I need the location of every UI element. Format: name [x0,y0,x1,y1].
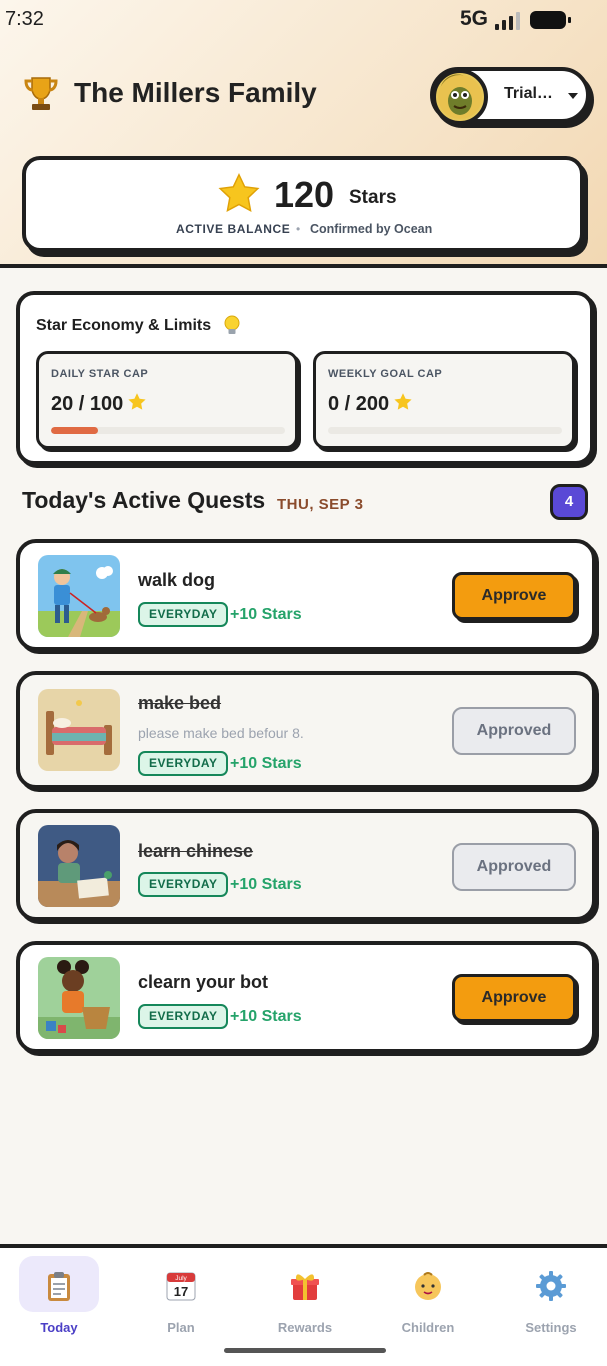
balance-value: 120 [274,174,335,215]
quest-name: make bed [138,693,222,713]
calendar-month: July [175,1275,187,1282]
tab-label: Rewards [277,1320,333,1335]
tab-today[interactable]: Today [19,1256,99,1336]
quest-reward: +10 Stars [230,606,302,623]
separator-dot: • [296,222,301,236]
tab-label: Settings [525,1320,577,1335]
daily-progress-fill [51,427,98,434]
calendar-day: 17 [174,1284,188,1299]
quest-image [38,689,120,771]
daily-progress-bar [51,427,285,434]
gear-icon [536,1271,566,1301]
approve-button[interactable]: Approve [452,572,576,620]
quest-name: walk dog [138,570,216,590]
quest-description: please make bed befour 8. [138,725,304,741]
baby-icon [415,1272,441,1300]
tab-plan[interactable]: July 17 Plan [141,1256,221,1336]
quests-title: Today's Active Quests [22,487,266,513]
quest-card-make-bed[interactable]: make bed please make bed befour 8. EVERY… [16,671,596,789]
network-type: 5G [460,7,489,30]
chevron-down-icon [568,93,578,99]
quest-image [38,555,120,637]
bottom-tab-bar: Today July 17 Plan Rewards Children Sett… [0,1244,607,1366]
family-title: The Millers Family [74,77,317,108]
status-bar: 7:32 5G [0,7,607,36]
quests-date: THU, SEP 3 [277,496,364,513]
frequency-badge: EVERYDAY [138,872,229,897]
quest-card-clearn-your-bot[interactable]: clearn your bot EVERYDAY +10 Stars Appro… [16,941,596,1053]
frequency-badge: EVERYDAY [138,1004,229,1029]
star-icon [394,393,412,410]
quest-name: clearn your bot [138,972,269,992]
clipboard-icon [48,1272,70,1301]
tab-children[interactable]: Children [388,1256,468,1336]
daily-cap-value: 20 / 100 [51,392,147,416]
lightbulb-icon [224,315,240,334]
balance-label: ACTIVE BALANCE [176,222,291,236]
balance-unit: Stars [349,187,397,208]
balance-card: 120 Stars ACTIVE BALANCE • Confirmed by … [22,156,584,252]
star-icon [218,173,260,213]
quest-reward: +10 Stars [230,755,302,772]
weekly-cap-card: WEEKLY GOAL CAP 0 / 200 [313,351,575,449]
daily-cap-label: DAILY STAR CAP [51,368,149,380]
quests-count-badge: 4 [550,484,588,520]
quest-image [38,957,120,1039]
daily-cap-card: DAILY STAR CAP 20 / 100 [36,351,298,449]
tab-label: Today [40,1320,78,1335]
profile-switcher[interactable]: Trial… [430,67,590,125]
header-area: 7:32 5G The Millers Family Trial… 120 St… [0,0,607,268]
approve-button[interactable]: Approve [452,974,576,1022]
tab-label: Plan [167,1320,195,1335]
approved-status: Approved [452,707,576,755]
weekly-cap-text: 0 / 200 [328,393,390,415]
tab-rewards[interactable]: Rewards [265,1256,345,1336]
battery-icon [530,11,571,29]
weekly-progress-bar [328,427,562,434]
tab-settings[interactable]: Settings [511,1256,591,1336]
star-economy-card: Star Economy & Limits DAILY STAR CAP 20 … [16,291,594,465]
avatar [432,69,488,125]
frequency-badge: EVERYDAY [138,751,229,776]
quest-card-walk-dog[interactable]: walk dog EVERYDAY +10 Stars Approve [16,539,596,651]
home-indicator [224,1348,386,1353]
quest-image [38,825,120,907]
signal-icon [495,12,523,30]
approved-status: Approved [452,843,576,891]
quest-reward: +10 Stars [230,876,302,893]
daily-cap-text: 20 / 100 [51,393,124,415]
quest-card-learn-chinese[interactable]: learn chinese EVERYDAY +10 Stars Approve… [16,809,596,921]
confirmed-by: Confirmed by Ocean [310,222,433,236]
frequency-badge: EVERYDAY [138,602,229,627]
quest-name: learn chinese [138,841,254,861]
trophy-icon [24,77,58,110]
profile-name: Trial… [504,85,553,102]
calendar-icon: July 17 [166,1272,196,1301]
tab-label: Children [401,1320,455,1335]
weekly-cap-value: 0 / 200 [328,392,413,416]
gift-icon [291,1274,319,1300]
economy-title: Star Economy & Limits [36,317,212,334]
star-icon [128,393,146,410]
quest-reward: +10 Stars [230,1008,302,1025]
weekly-cap-label: WEEKLY GOAL CAP [328,368,443,380]
status-time: 7:32 [5,8,44,30]
